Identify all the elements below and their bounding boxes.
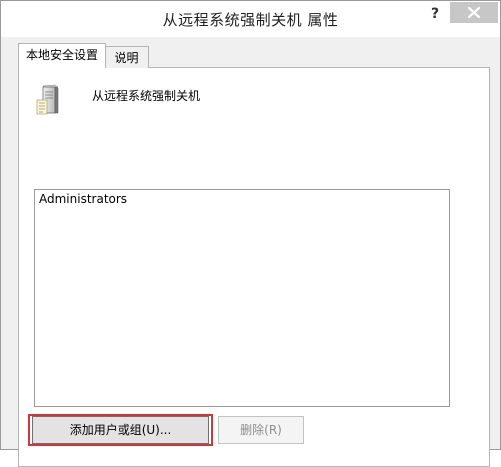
tab-local-security-setting[interactable]: 本地安全设置 [18,43,106,68]
list-item[interactable]: Administrators [39,192,127,206]
remove-button[interactable]: 删除(R) [218,416,304,444]
members-list[interactable]: Administrators [34,189,450,407]
properties-dialog: 从远程系统强制关机 属性 ? 本地安全设置 说明 从远程系统强制关机 Admin… [0,0,501,467]
add-user-or-group-button[interactable]: 添加用户或组(U)... [32,416,209,444]
dialog-client-area: 本地安全设置 说明 从远程系统强制关机 Administrators 添加用户或… [1,37,500,467]
title-bar[interactable]: 从远程系统强制关机 属性 ? [1,1,500,37]
help-button[interactable]: ? [425,5,445,23]
server-icon [36,84,59,115]
policy-name: 从远程系统强制关机 [92,89,201,103]
tab-panel: 从远程系统强制关机 Administrators 添加用户或组(U)... 删除… [18,67,490,467]
close-button[interactable] [450,2,498,23]
tab-explain[interactable]: 说明 [105,46,149,68]
close-icon [468,7,480,18]
